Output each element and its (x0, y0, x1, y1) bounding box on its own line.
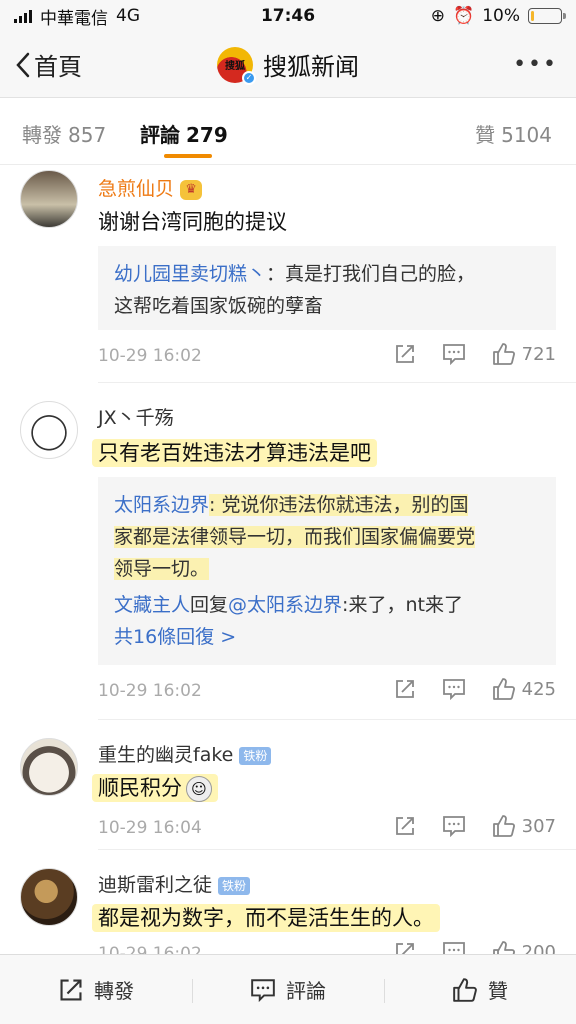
bottom-action-bar: 轉發 評論 贊 (0, 954, 576, 1024)
comment-text: 谢谢台湾同胞的提议 (98, 210, 287, 234)
back-button[interactable]: 首頁 (0, 47, 82, 82)
comment-time: 10-29 16:02 (98, 681, 202, 701)
repost-button[interactable] (394, 343, 416, 365)
alarm-icon: ⏰ (453, 6, 475, 26)
reply-text: ：真是打我们自己的脸， (266, 263, 476, 285)
comment-author[interactable]: 急煎仙贝 ♛ (98, 174, 203, 201)
comment-icon (442, 679, 465, 700)
tab-likes-count: 5104 (501, 123, 552, 147)
signal-icon (14, 9, 32, 23)
chevron-left-icon (16, 52, 30, 77)
tab-comments[interactable]: 評論 279 (140, 119, 228, 148)
comment-item: 急煎仙贝 ♛ 谢谢台湾同胞的提议 幼儿园里卖切糕丶：真是打我们自己的脸， 这帮吃着… (20, 166, 576, 383)
battery-fill (531, 11, 534, 21)
more-replies-link[interactable]: 共16條回復 > (114, 621, 540, 653)
share-icon (395, 680, 414, 698)
avatar[interactable] (20, 170, 78, 228)
comment-text: 只有老百姓违法才算违法是吧 (92, 437, 377, 467)
tab-likes-label: 贊 (475, 123, 496, 147)
tab-bar: 轉發 857 評論 279 贊 5104 (0, 99, 576, 165)
more-button[interactable]: ••• (513, 52, 558, 77)
thumbs-up-icon (492, 343, 515, 365)
reply-text: 这帮吃着国家饭碗的孽畜 (114, 295, 324, 317)
like-count: 425 (521, 678, 556, 700)
tab-repost-count: 857 (68, 123, 107, 147)
like-button[interactable]: 721 (492, 342, 556, 366)
like-count: 307 (521, 815, 556, 837)
emoji-icon: ☺ (186, 776, 212, 802)
tab-repost[interactable]: 轉發 857 (22, 119, 106, 148)
status-bar: 中華電信 4G 17:46 ⊕ ⏰ 10% (0, 0, 576, 32)
bottom-comment-label: 評論 (286, 979, 326, 1003)
comment-icon (442, 344, 465, 365)
mention-link[interactable]: @太阳系边界 (228, 594, 342, 616)
fan-badge: 铁粉 (218, 876, 251, 895)
like-button[interactable]: 425 (492, 677, 556, 701)
reply-preview[interactable]: 幼儿园里卖切糕丶：真是打我们自己的脸， 这帮吃着国家饭碗的孽畜 (98, 246, 556, 330)
comment-author[interactable]: 重生的幽灵fake 铁粉 (98, 740, 272, 767)
thumbs-up-icon (453, 977, 477, 1002)
comment-time: 10-29 16:04 (98, 818, 202, 838)
verified-icon: ✓ (242, 70, 256, 85)
share-icon (395, 817, 414, 835)
active-tab-indicator (164, 154, 212, 158)
reply-text: 领导一切。 (114, 558, 210, 580)
tab-comments-label: 評論 (140, 123, 180, 147)
avatar[interactable] (20, 401, 78, 459)
reply-author[interactable]: 文藏主人 (114, 594, 190, 616)
carrier: 中華電信 (40, 8, 108, 29)
vip-crown-icon: ♛ (180, 179, 203, 200)
tab-comments-count: 279 (186, 123, 228, 147)
avatar[interactable] (20, 868, 78, 926)
comment-actions: 721 (394, 342, 556, 366)
comment-text: 顺民积分 ☺ (92, 772, 218, 802)
share-icon (60, 978, 82, 1001)
thumbs-up-icon (492, 815, 515, 837)
bottom-like-button[interactable]: 贊 (384, 975, 576, 1004)
orientation-lock-icon: ⊕ (430, 6, 446, 26)
nav-bar: 首頁 搜狐 ✓ 搜狐新闻 ••• (0, 32, 576, 98)
comment-text: 都是视为数字，而不是活生生的人。 (92, 902, 440, 932)
reply-preview[interactable]: 太阳系边界: 党说你违法你就违法，别的国 家都是法律领导一切，而我们国家偏偏要党… (98, 477, 556, 665)
avatar[interactable] (20, 738, 78, 796)
reply-button[interactable] (442, 343, 466, 365)
comment-item: 重生的幽灵fake 铁粉 顺民积分 ☺ 10-29 16:04 307 (20, 720, 576, 850)
comment-icon (442, 816, 465, 837)
fan-badge: 铁粉 (239, 746, 272, 765)
comment-author[interactable]: 迪斯雷利之徒 铁粉 (98, 870, 251, 897)
reply-author[interactable]: 太阳系边界 (114, 494, 209, 516)
back-label: 首頁 (34, 53, 82, 81)
battery-icon (528, 8, 566, 24)
like-count: 721 (521, 343, 556, 365)
comment-item: JX丶千殇 只有老百姓违法才算违法是吧 太阳系边界: 党说你违法你就违法，别的国… (20, 383, 576, 720)
network-type: 4G (116, 6, 140, 26)
bottom-like-label: 贊 (488, 979, 508, 1003)
sohu-logo[interactable]: 搜狐 ✓ (217, 46, 256, 85)
bottom-repost-button[interactable]: 轉發 (0, 975, 192, 1004)
tab-likes[interactable]: 贊 5104 (475, 119, 552, 148)
reply-button[interactable] (442, 815, 466, 837)
bottom-comment-button[interactable]: 評論 (192, 975, 384, 1004)
like-button[interactable]: 307 (492, 814, 556, 838)
reply-author[interactable]: 幼儿园里卖切糕丶 (114, 263, 266, 285)
comment-icon (251, 978, 275, 1002)
comment-time: 10-29 16:02 (98, 346, 202, 366)
bottom-repost-label: 轉發 (94, 979, 134, 1003)
repost-button[interactable] (394, 678, 416, 700)
tab-repost-label: 轉發 (22, 123, 62, 147)
reply-text: : 党说你违法你就违法，别的国 (209, 494, 469, 516)
battery-percent: 10% (482, 6, 520, 26)
logo-text: 搜狐 (225, 61, 245, 72)
reply-text: 家都是法律领导一切，而我们国家偏偏要党 (114, 526, 476, 548)
reply-button[interactable] (442, 678, 466, 700)
repost-button[interactable] (394, 815, 416, 837)
comment-actions: 425 (394, 677, 556, 701)
page-title[interactable]: 搜狐新闻 (263, 47, 359, 82)
share-icon (395, 345, 414, 363)
thumbs-up-icon (492, 678, 515, 700)
comment-list: 急煎仙贝 ♛ 谢谢台湾同胞的提议 幼儿园里卖切糕丶：真是打我们自己的脸， 这帮吃着… (0, 166, 576, 990)
comment-actions: 307 (394, 814, 556, 838)
comment-author[interactable]: JX丶千殇 (98, 403, 174, 430)
